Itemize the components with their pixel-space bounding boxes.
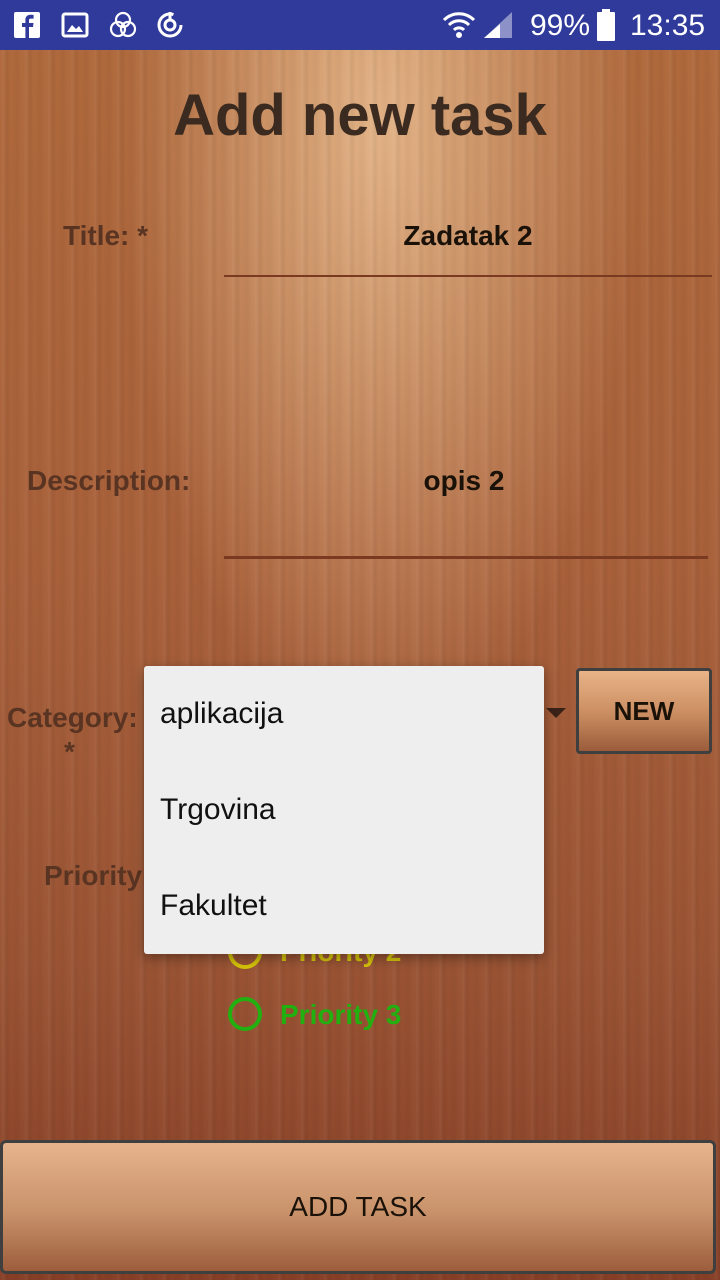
priority-3-radio[interactable]: [228, 997, 262, 1031]
category-label: Category:: [7, 702, 138, 733]
priority-label: Priority: [44, 860, 143, 891]
battery-icon: [597, 9, 615, 41]
description-input-underline: [224, 556, 708, 559]
page-title: Add new task: [173, 83, 547, 148]
description-input[interactable]: opis 2: [224, 465, 704, 497]
clock: 13:35: [630, 9, 706, 42]
screen: 99% 13:35 Add new task Title: * Zadatak …: [0, 0, 720, 1280]
dropdown-item-fakultet[interactable]: Fakultet: [144, 858, 544, 954]
priority-3-label[interactable]: Priority 3: [280, 999, 401, 1031]
new-category-button[interactable]: NEW: [576, 668, 712, 754]
status-bar: 99% 13:35: [0, 0, 720, 50]
add-task-button[interactable]: ADD TASK: [0, 1140, 716, 1274]
category-dropdown: aplikacija Trgovina Fakultet: [144, 666, 544, 954]
circles-icon: [109, 11, 137, 38]
sync-icon: [157, 12, 183, 38]
category-required-mark: *: [64, 736, 75, 767]
facebook-icon: [14, 12, 40, 39]
title-input[interactable]: Zadatak 2: [224, 220, 712, 252]
description-label: Description:: [27, 465, 191, 496]
signal-icon: [484, 12, 512, 38]
battery-percent: 99%: [530, 9, 591, 42]
title-label: Title: *: [63, 220, 149, 251]
dropdown-item-aplikacija[interactable]: aplikacija: [144, 666, 544, 762]
dropdown-item-trgovina[interactable]: Trgovina: [144, 762, 544, 858]
category-spinner-arrow-icon[interactable]: [546, 708, 566, 718]
title-input-underline: [224, 275, 712, 277]
gallery-icon: [61, 12, 89, 38]
wifi-icon: [442, 12, 476, 38]
